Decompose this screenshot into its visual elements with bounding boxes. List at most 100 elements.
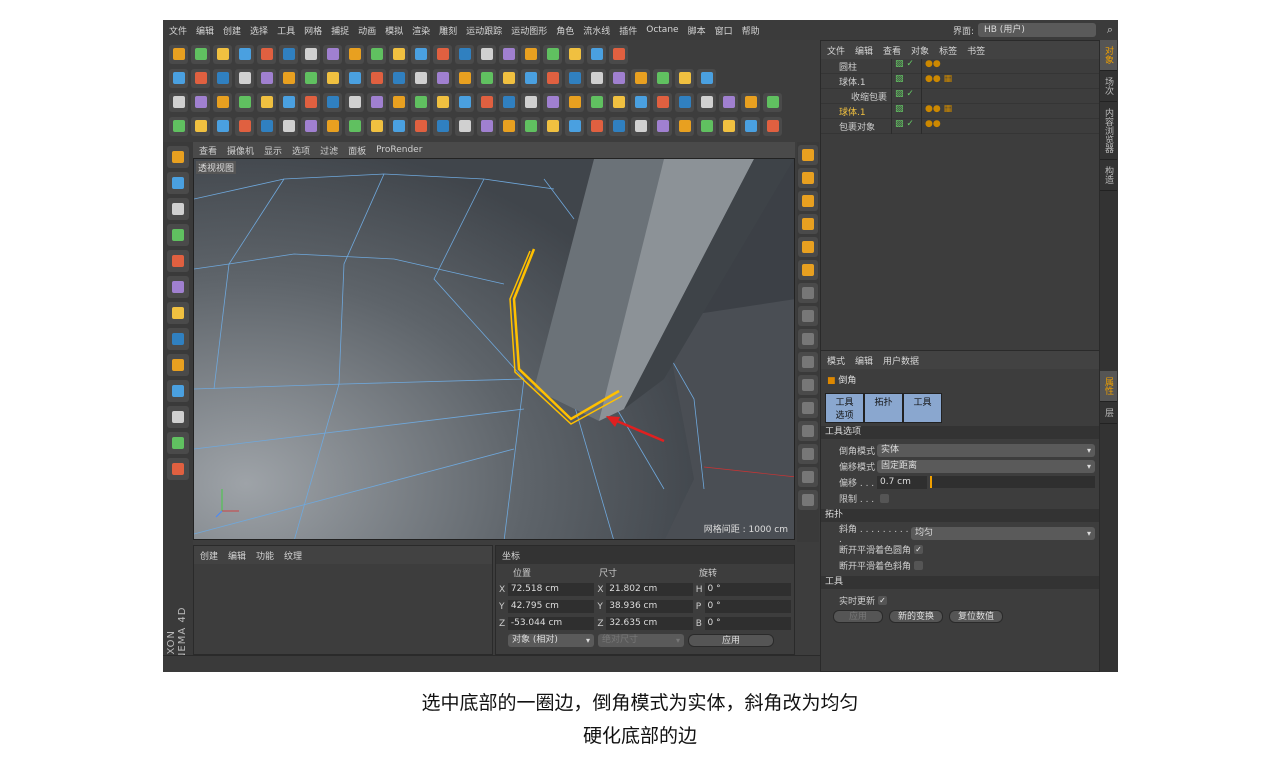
miter-dropdown[interactable]: 均匀 [911, 526, 1095, 540]
tool-button-icon[interactable] [235, 92, 254, 112]
tool-button-icon[interactable] [653, 68, 672, 88]
tool-button-icon[interactable] [213, 44, 232, 64]
tool-button-icon[interactable] [191, 68, 210, 88]
menu-item-5[interactable]: 网格 [304, 24, 322, 37]
tool-button-icon[interactable] [411, 92, 430, 112]
mode-button-icon[interactable] [798, 283, 818, 303]
mode-button-icon[interactable] [167, 198, 189, 220]
mode-button-icon[interactable] [167, 172, 189, 194]
size-mode-dropdown[interactable]: 绝对尺寸 [598, 634, 684, 647]
viewport-menu-item-0[interactable]: 查看 [199, 144, 217, 157]
tool-button-icon[interactable] [477, 116, 496, 136]
am-menu-item-2[interactable]: 用户数据 [883, 354, 919, 367]
object-row[interactable]: 收缩包裹 ▨ ✓ [821, 88, 1099, 104]
tool-button-icon[interactable] [499, 44, 518, 64]
tool-button-icon[interactable] [235, 68, 254, 88]
side-tab[interactable]: 对象 [1100, 40, 1117, 71]
tool-button-icon[interactable] [433, 116, 452, 136]
realtime-checkbox[interactable]: ✓ [878, 595, 888, 605]
tool-button-icon[interactable] [279, 68, 298, 88]
mode-button-icon[interactable] [167, 328, 189, 350]
mode-button-icon[interactable] [167, 354, 189, 376]
object-name[interactable]: 球体.1 [821, 105, 891, 118]
tool-button-icon[interactable] [631, 92, 650, 112]
tool-button-icon[interactable] [279, 44, 298, 64]
object-name[interactable]: 圆柱 [821, 60, 891, 73]
tab-topology[interactable]: 拓扑 [864, 393, 903, 423]
tool-button-icon[interactable] [697, 68, 716, 88]
tool-button-icon[interactable] [719, 92, 738, 112]
layout-selector[interactable]: 界面: HB (用户) [953, 23, 1096, 37]
menu-item-3[interactable]: 选择 [250, 24, 268, 37]
mode-button-icon[interactable] [798, 145, 818, 165]
tool-button-icon[interactable] [169, 68, 188, 88]
tool-button-icon[interactable] [433, 92, 452, 112]
object-tags[interactable]: ●● [921, 118, 941, 134]
coordinates-apply-button[interactable]: 应用 [688, 634, 774, 647]
am-menu-item-1[interactable]: 编辑 [855, 354, 873, 367]
object-row[interactable]: 球体.1 ▨ ●● ▦ [821, 73, 1099, 89]
tool-button-icon[interactable] [301, 116, 320, 136]
mode-button-icon[interactable] [167, 406, 189, 428]
tool-button-icon[interactable] [345, 116, 364, 136]
offset-input[interactable]: 0.7 cm [877, 475, 927, 489]
tool-button-icon[interactable] [345, 92, 364, 112]
tool-button-icon[interactable] [257, 68, 276, 88]
viewport-menu-item-1[interactable]: 摄像机 [227, 144, 254, 157]
tool-button-icon[interactable] [587, 92, 606, 112]
mode-button-icon[interactable] [798, 398, 818, 418]
menu-item-16[interactable]: Octane [646, 25, 678, 35]
tool-button-icon[interactable] [587, 68, 606, 88]
break-miter-checkbox[interactable] [914, 560, 924, 570]
tool-button-icon[interactable] [543, 44, 562, 64]
tool-button-icon[interactable] [543, 92, 562, 112]
tool-button-icon[interactable] [367, 92, 386, 112]
tool-button-icon[interactable] [345, 68, 364, 88]
tool-button-icon[interactable] [213, 116, 232, 136]
object-flags[interactable]: ▨ ✓ [891, 58, 921, 74]
tool-button-icon[interactable] [697, 116, 716, 136]
coordinate-input[interactable]: 42.795 cm [507, 600, 595, 613]
side-tab[interactable]: 内容浏览器 [1100, 102, 1117, 160]
mode-button-icon[interactable] [798, 352, 818, 372]
object-tags[interactable]: ●● ▦ [921, 73, 952, 89]
tab-tool[interactable]: 工具 [903, 393, 942, 423]
mode-button-icon[interactable] [798, 260, 818, 280]
limit-checkbox[interactable] [880, 493, 889, 503]
tool-button-icon[interactable] [565, 116, 584, 136]
tool-button-icon[interactable] [565, 44, 584, 64]
side-tab[interactable]: 层 [1100, 402, 1117, 424]
bevel-mode-dropdown[interactable]: 实体 [877, 443, 1095, 457]
tool-button-icon[interactable] [389, 92, 408, 112]
coordinate-input[interactable]: 21.802 cm [606, 583, 693, 596]
tool-button-icon[interactable] [191, 92, 210, 112]
tool-button-icon[interactable] [191, 44, 210, 64]
side-tab[interactable]: 属性 [1100, 371, 1117, 402]
mode-button-icon[interactable] [798, 375, 818, 395]
tool-button-icon[interactable] [213, 92, 232, 112]
coordinate-input[interactable]: -53.044 cm [507, 617, 595, 630]
tool-button-icon[interactable] [521, 92, 540, 112]
object-flags[interactable]: ▨ ✓ [891, 118, 921, 134]
mode-button-icon[interactable] [798, 467, 818, 487]
tool-button-icon[interactable] [433, 44, 452, 64]
tool-button-icon[interactable] [455, 116, 474, 136]
tool-button-icon[interactable] [675, 68, 694, 88]
tool-button-icon[interactable] [411, 68, 430, 88]
menu-item-17[interactable]: 脚本 [688, 24, 706, 37]
tool-button-icon[interactable] [301, 92, 320, 112]
tab-tool-options[interactable]: 工具选项 [825, 393, 864, 423]
mode-button-icon[interactable] [167, 276, 189, 298]
coordinate-input[interactable]: 38.936 cm [606, 600, 693, 613]
tool-button-icon[interactable] [279, 116, 298, 136]
menu-item-13[interactable]: 角色 [556, 24, 574, 37]
tool-button-icon[interactable] [367, 116, 386, 136]
viewport-menu-item-3[interactable]: 选项 [292, 144, 310, 157]
tool-button-icon[interactable] [235, 116, 254, 136]
object-row[interactable]: 包裹对象 ▨ ✓ ●● [821, 118, 1099, 134]
object-flags[interactable]: ▨ [891, 103, 921, 119]
coordinate-input[interactable]: 0 ° [704, 617, 792, 630]
tool-button-icon[interactable] [521, 68, 540, 88]
mode-button-icon[interactable] [167, 458, 189, 480]
object-name[interactable]: 收缩包裹 [821, 90, 891, 103]
